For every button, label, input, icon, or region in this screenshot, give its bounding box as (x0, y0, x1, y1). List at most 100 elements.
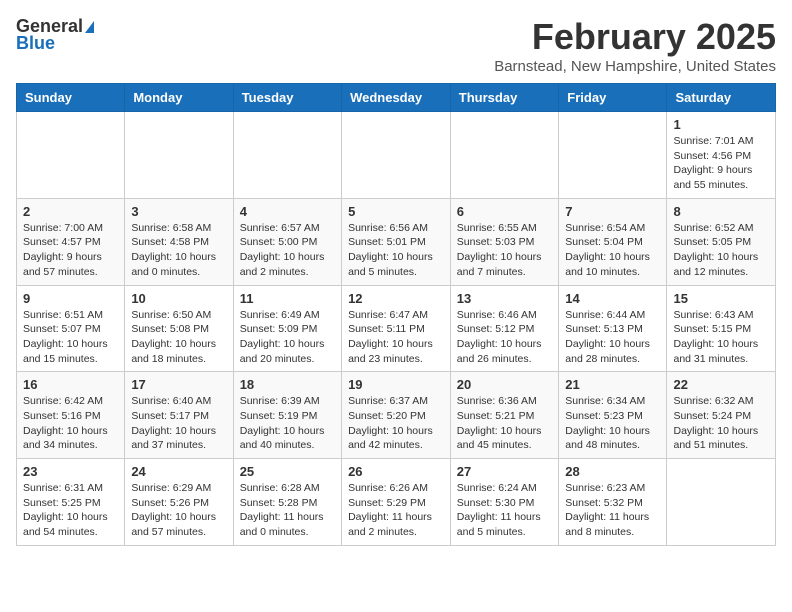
day-info: Sunrise: 6:29 AM Sunset: 5:26 PM Dayligh… (131, 481, 226, 540)
day-number: 24 (131, 464, 226, 479)
day-info: Sunrise: 6:37 AM Sunset: 5:20 PM Dayligh… (348, 394, 444, 453)
calendar-cell: 3 Sunrise: 6:58 AM Sunset: 4:58 PM Daylig… (125, 198, 233, 285)
day-info: Sunrise: 6:31 AM Sunset: 5:25 PM Dayligh… (23, 481, 118, 540)
day-info: Sunrise: 6:57 AM Sunset: 5:00 PM Dayligh… (240, 221, 335, 280)
calendar-cell: 7Sunrise: 6:54 AM Sunset: 5:04 PM Daylig… (559, 198, 667, 285)
column-header-friday: Friday (559, 84, 667, 112)
day-info: Sunrise: 6:23 AM Sunset: 5:32 PM Dayligh… (565, 481, 660, 540)
calendar-cell: 28 Sunrise: 6:23 AM Sunset: 5:32 PM Dayli… (559, 459, 667, 546)
calendar-cell: 27Sunrise: 6:24 AM Sunset: 5:30 PM Dayli… (450, 459, 559, 546)
calendar-cell: 20 Sunrise: 6:36 AM Sunset: 5:21 PM Dayli… (450, 372, 559, 459)
day-info: Sunrise: 6:54 AM Sunset: 5:04 PM Dayligh… (565, 221, 660, 280)
day-info: Sunrise: 6:46 AM Sunset: 5:12 PM Dayligh… (457, 308, 553, 367)
calendar-cell: 10 Sunrise: 6:50 AM Sunset: 5:08 PM Dayli… (125, 285, 233, 372)
day-number: 15 (673, 291, 769, 306)
calendar-cell: 18 Sunrise: 6:39 AM Sunset: 5:19 PM Dayli… (233, 372, 341, 459)
calendar-cell: 5 Sunrise: 6:56 AM Sunset: 5:01 PM Daylig… (342, 198, 451, 285)
column-header-saturday: Saturday (667, 84, 776, 112)
calendar-cell: 17 Sunrise: 6:40 AM Sunset: 5:17 PM Dayli… (125, 372, 233, 459)
calendar-cell: 21 Sunrise: 6:34 AM Sunset: 5:23 PM Dayli… (559, 372, 667, 459)
calendar-cell: 16 Sunrise: 6:42 AM Sunset: 5:16 PM Dayli… (17, 372, 125, 459)
day-number: 3 (131, 204, 226, 219)
day-number: 18 (240, 377, 335, 392)
day-info: Sunrise: 6:56 AM Sunset: 5:01 PM Dayligh… (348, 221, 444, 280)
day-number: 19 (348, 377, 444, 392)
calendar-cell: 22 Sunrise: 6:32 AM Sunset: 5:24 PM Dayli… (667, 372, 776, 459)
day-number: 20 (457, 377, 553, 392)
day-info: Sunrise: 6:42 AM Sunset: 5:16 PM Dayligh… (23, 394, 118, 453)
day-info: Sunrise: 6:44 AM Sunset: 5:13 PM Dayligh… (565, 308, 660, 367)
day-info: Sunrise: 6:55 AM Sunset: 5:03 PM Dayligh… (457, 221, 553, 280)
calendar-cell: 4 Sunrise: 6:57 AM Sunset: 5:00 PM Daylig… (233, 198, 341, 285)
calendar-cell: 6 Sunrise: 6:55 AM Sunset: 5:03 PM Daylig… (450, 198, 559, 285)
calendar-cell (559, 112, 667, 199)
day-number: 2 (23, 204, 118, 219)
day-number: 9 (23, 291, 118, 306)
calendar-cell: 24 Sunrise: 6:29 AM Sunset: 5:26 PM Dayli… (125, 459, 233, 546)
day-number: 28 (565, 464, 660, 479)
day-info: Sunrise: 6:51 AM Sunset: 5:07 PM Dayligh… (23, 308, 118, 367)
day-info: Sunrise: 6:40 AM Sunset: 5:17 PM Dayligh… (131, 394, 226, 453)
day-info: Sunrise: 6:34 AM Sunset: 5:23 PM Dayligh… (565, 394, 660, 453)
day-info: Sunrise: 7:00 AM Sunset: 4:57 PM Dayligh… (23, 221, 118, 280)
calendar-cell (342, 112, 451, 199)
day-number: 4 (240, 204, 335, 219)
title-area: February 2025 Barnstead, New Hampshire, … (494, 16, 776, 75)
calendar-cell: 23Sunrise: 6:31 AM Sunset: 5:25 PM Dayli… (17, 459, 125, 546)
location: Barnstead, New Hampshire, United States (494, 58, 776, 75)
day-info: Sunrise: 6:24 AM Sunset: 5:30 PM Dayligh… (457, 481, 553, 540)
day-number: 12 (348, 291, 444, 306)
day-info: Sunrise: 6:50 AM Sunset: 5:08 PM Dayligh… (131, 308, 226, 367)
calendar-cell (17, 112, 125, 199)
day-info: Sunrise: 6:52 AM Sunset: 5:05 PM Dayligh… (673, 221, 769, 280)
calendar-cell: 11Sunrise: 6:49 AM Sunset: 5:09 PM Dayli… (233, 285, 341, 372)
calendar-cell: 8Sunrise: 6:52 AM Sunset: 5:05 PM Daylig… (667, 198, 776, 285)
day-number: 11 (240, 291, 335, 306)
month-title: February 2025 (494, 16, 776, 58)
calendar-cell (125, 112, 233, 199)
calendar-cell (233, 112, 341, 199)
day-info: Sunrise: 6:32 AM Sunset: 5:24 PM Dayligh… (673, 394, 769, 453)
calendar-week-4: 16 Sunrise: 6:42 AM Sunset: 5:16 PM Dayli… (17, 372, 776, 459)
column-header-sunday: Sunday (17, 84, 125, 112)
day-number: 6 (457, 204, 553, 219)
day-info: Sunrise: 6:28 AM Sunset: 5:28 PM Dayligh… (240, 481, 335, 540)
calendar-cell: 2 Sunrise: 7:00 AM Sunset: 4:57 PM Daylig… (17, 198, 125, 285)
day-info: Sunrise: 6:36 AM Sunset: 5:21 PM Dayligh… (457, 394, 553, 453)
calendar: SundayMondayTuesdayWednesdayThursdayFrid… (16, 83, 776, 546)
day-info: Sunrise: 6:43 AM Sunset: 5:15 PM Dayligh… (673, 308, 769, 367)
day-number: 22 (673, 377, 769, 392)
column-header-wednesday: Wednesday (342, 84, 451, 112)
day-info: Sunrise: 6:39 AM Sunset: 5:19 PM Dayligh… (240, 394, 335, 453)
column-header-monday: Monday (125, 84, 233, 112)
day-number: 5 (348, 204, 444, 219)
day-number: 14 (565, 291, 660, 306)
logo: General Blue (16, 16, 94, 54)
day-number: 26 (348, 464, 444, 479)
day-number: 13 (457, 291, 553, 306)
calendar-week-3: 9 Sunrise: 6:51 AM Sunset: 5:07 PM Daylig… (17, 285, 776, 372)
day-number: 25 (240, 464, 335, 479)
calendar-cell: 19 Sunrise: 6:37 AM Sunset: 5:20 PM Dayli… (342, 372, 451, 459)
calendar-week-5: 23Sunrise: 6:31 AM Sunset: 5:25 PM Dayli… (17, 459, 776, 546)
day-number: 1 (673, 117, 769, 132)
day-info: Sunrise: 7:01 AM Sunset: 4:56 PM Dayligh… (673, 134, 769, 193)
day-info: Sunrise: 6:47 AM Sunset: 5:11 PM Dayligh… (348, 308, 444, 367)
day-number: 21 (565, 377, 660, 392)
calendar-header-row: SundayMondayTuesdayWednesdayThursdayFrid… (17, 84, 776, 112)
calendar-cell: 13 Sunrise: 6:46 AM Sunset: 5:12 PM Dayli… (450, 285, 559, 372)
day-number: 10 (131, 291, 226, 306)
calendar-cell: 14 Sunrise: 6:44 AM Sunset: 5:13 PM Dayli… (559, 285, 667, 372)
calendar-cell (450, 112, 559, 199)
day-number: 17 (131, 377, 226, 392)
column-header-tuesday: Tuesday (233, 84, 341, 112)
calendar-week-1: 1 Sunrise: 7:01 AM Sunset: 4:56 PM Daylig… (17, 112, 776, 199)
day-info: Sunrise: 6:58 AM Sunset: 4:58 PM Dayligh… (131, 221, 226, 280)
header: General Blue February 2025 Barnstead, Ne… (16, 16, 776, 75)
day-number: 16 (23, 377, 118, 392)
calendar-cell: 1 Sunrise: 7:01 AM Sunset: 4:56 PM Daylig… (667, 112, 776, 199)
calendar-cell: 26 Sunrise: 6:26 AM Sunset: 5:29 PM Dayli… (342, 459, 451, 546)
day-info: Sunrise: 6:26 AM Sunset: 5:29 PM Dayligh… (348, 481, 444, 540)
calendar-cell: 15 Sunrise: 6:43 AM Sunset: 5:15 PM Dayli… (667, 285, 776, 372)
calendar-cell (667, 459, 776, 546)
